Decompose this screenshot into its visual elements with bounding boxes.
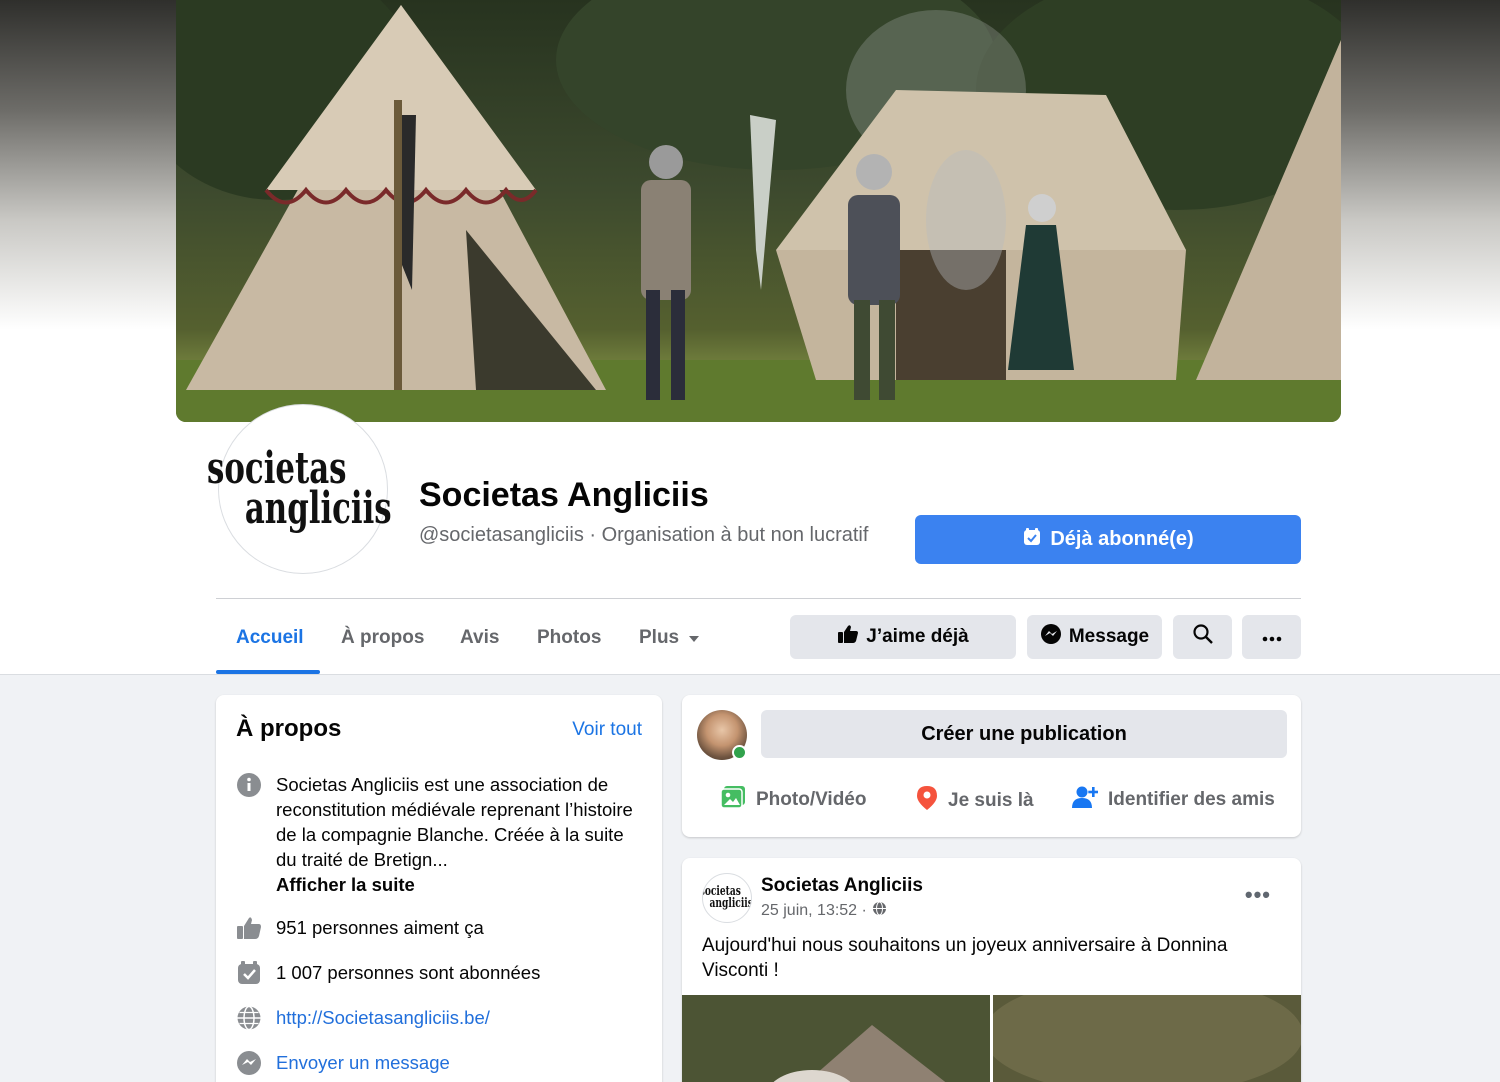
tab-accueil[interactable]: Accueil	[236, 627, 304, 649]
tab-photos[interactable]: Photos	[537, 627, 601, 649]
thumbs-up-icon	[837, 624, 859, 650]
tag-friends-icon	[1072, 785, 1099, 815]
thumbs-up-icon	[236, 915, 262, 941]
more-options-button[interactable]	[1242, 615, 1301, 659]
create-post-card: Créer une publication Photo/Vidéo Je sui…	[682, 695, 1301, 837]
tab-plus[interactable]: Plus	[639, 627, 700, 649]
header-bottom-border	[0, 674, 1500, 675]
messenger-icon	[236, 1050, 262, 1076]
subscribed-button[interactable]: Déjà abonné(e)	[915, 515, 1301, 564]
online-status-dot	[732, 745, 747, 760]
followers-check-icon	[236, 960, 262, 986]
profile-header: societas angliciis Societas Angliciis @s…	[0, 0, 1500, 675]
logo: societas angliciis	[207, 443, 392, 534]
messenger-icon	[1040, 623, 1062, 651]
cover-photo[interactable]	[176, 0, 1341, 422]
followers-count: 1 007 personnes sont abonnées	[276, 962, 541, 983]
search-button[interactable]	[1173, 615, 1232, 659]
post-author-avatar[interactable]: societas angliciis	[702, 873, 752, 923]
post-more-options[interactable]: •••	[1245, 882, 1271, 908]
post-author-logo: societas angliciis	[702, 884, 752, 911]
subscribed-check-icon	[1022, 527, 1042, 553]
page-title: Societas Angliciis	[419, 476, 709, 514]
globe-icon	[236, 1005, 262, 1031]
info-icon	[236, 772, 262, 798]
photo-icon	[720, 785, 746, 815]
send-message-link[interactable]: Envoyer un message	[276, 1050, 450, 1075]
tab-plus-label: Plus	[639, 627, 680, 648]
checkin-label: Je suis là	[948, 790, 1034, 811]
tab-a-propos[interactable]: À propos	[341, 627, 424, 649]
location-pin-icon	[916, 785, 938, 817]
post-text: Aujourd'hui nous souhaitons un joyeux an…	[702, 935, 1228, 981]
about-description: Societas Angliciis est une association d…	[276, 772, 646, 897]
photo-video-label: Photo/Vidéo	[756, 789, 867, 810]
more-dots-icon	[1262, 626, 1282, 648]
about-card: À propos Voir tout Societas Angliciis es…	[216, 695, 662, 1082]
tag-friends-button[interactable]: Identifier des amis	[1072, 785, 1275, 815]
search-icon	[1192, 623, 1214, 651]
cover-image	[176, 0, 1341, 422]
post-date[interactable]: 25 juin, 13:52 ·	[761, 902, 867, 920]
website-link[interactable]: http://Societasangliciis.be/	[276, 1005, 490, 1030]
about-title: À propos	[236, 715, 342, 742]
like-label: J’aime déjà	[866, 626, 969, 647]
about-message-row: Envoyer un message	[236, 1050, 646, 1076]
checkin-button[interactable]: Je suis là	[916, 785, 1034, 817]
globe-icon	[872, 901, 887, 921]
message-label: Message	[1068, 626, 1150, 647]
tag-friends-label: Identifier des amis	[1108, 789, 1275, 810]
about-likes-row: 951 personnes aiment ça	[236, 915, 646, 941]
photo-video-button[interactable]: Photo/Vidéo	[720, 785, 866, 815]
caret-down-icon	[688, 627, 700, 649]
see-all-link[interactable]: Voir tout	[572, 719, 642, 741]
about-description-row: Societas Angliciis est une association d…	[236, 772, 646, 897]
subscribed-label: Déjà abonné(e)	[1050, 528, 1194, 550]
message-button[interactable]: Message	[1027, 615, 1162, 659]
post-photo-2[interactable]	[993, 995, 1301, 1082]
post-card: societas angliciis Societas Angliciis 25…	[682, 858, 1301, 1082]
post-photo-1[interactable]	[682, 995, 990, 1082]
page-handle-category: @societasangliciis · Organisation à but …	[419, 524, 869, 546]
about-followers-row: 1 007 personnes sont abonnées	[236, 960, 646, 986]
page-avatar[interactable]: societas angliciis	[207, 405, 392, 573]
about-description-text: Societas Angliciis est une association d…	[276, 774, 633, 870]
about-website-row: http://Societasangliciis.be/	[236, 1005, 646, 1031]
show-more-link[interactable]: Afficher la suite	[276, 872, 646, 897]
likes-count: 951 personnes aiment ça	[276, 917, 484, 938]
header-divider	[216, 598, 1301, 599]
post-author-name[interactable]: Societas Angliciis	[761, 875, 923, 897]
post-meta: 25 juin, 13:52 ·	[761, 901, 887, 921]
create-post-input[interactable]: Créer une publication	[761, 710, 1287, 758]
like-button[interactable]: J’aime déjà	[790, 615, 1016, 659]
tab-avis[interactable]: Avis	[460, 627, 499, 649]
